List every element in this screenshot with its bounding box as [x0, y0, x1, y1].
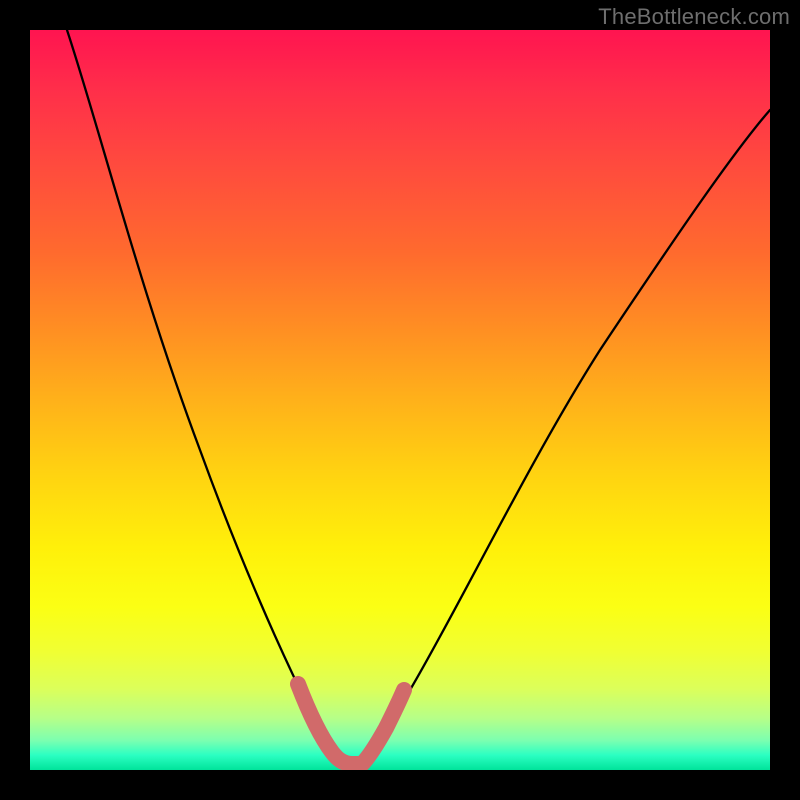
watermark-label: TheBottleneck.com [598, 4, 790, 30]
gradient-plot-background [30, 30, 770, 770]
optimal-marker [298, 684, 404, 764]
bottleneck-curve [67, 30, 770, 761]
figure-root: TheBottleneck.com [0, 0, 800, 800]
curve-layer [30, 30, 770, 770]
